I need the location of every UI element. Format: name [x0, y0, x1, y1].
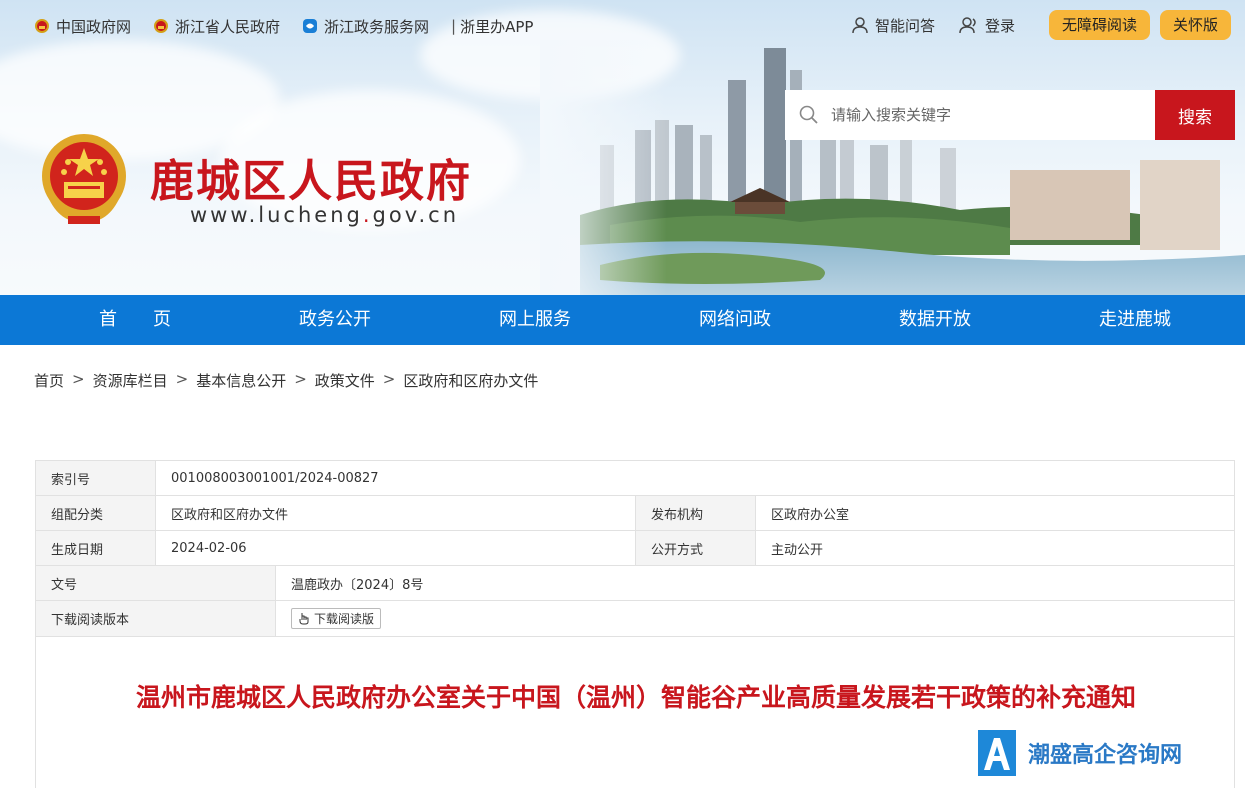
- download-label: 下载阅读版本: [36, 601, 276, 636]
- site-name: 鹿城区人民政府: [150, 156, 472, 207]
- smart-qa-label: 智能问答: [874, 16, 935, 35]
- top-link-gov-cn[interactable]: 中国政府网: [34, 16, 131, 37]
- site-url-dot: .: [362, 203, 373, 227]
- breadcrumb-separator: >: [72, 370, 85, 388]
- search-bar: 搜索: [785, 90, 1235, 140]
- breadcrumb-item[interactable]: 资源库栏目: [93, 370, 168, 391]
- breadcrumb-separator: >: [294, 370, 307, 388]
- search-icon: [799, 105, 818, 124]
- publisher-value: 区政府办公室: [771, 507, 850, 523]
- download-button-label: 下载阅读版: [314, 612, 375, 626]
- table-row: 生成日期 2024-02-06 公开方式 主动公开: [36, 531, 1234, 566]
- breadcrumb-item[interactable]: 首页: [34, 370, 64, 391]
- separator: |: [451, 17, 457, 35]
- mode-value: 主动公开: [771, 542, 824, 558]
- smart-qa-link[interactable]: 智能问答: [851, 15, 935, 36]
- index-label: 索引号: [36, 461, 156, 495]
- watermark-logo-icon: [978, 730, 1016, 776]
- user-icon: [959, 17, 976, 34]
- search-input[interactable]: [831, 106, 1131, 124]
- nav-item-about-lucheng[interactable]: 走进鹿城: [1035, 295, 1235, 345]
- breadcrumb-item[interactable]: 区政府和区府办文件: [403, 370, 538, 391]
- top-link-zhejiang-gov[interactable]: 浙江省人民政府: [153, 16, 280, 37]
- top-link-label: 浙江政务服务网: [324, 17, 430, 36]
- top-link-zhejiang-service[interactable]: 浙江政务服务网: [302, 16, 429, 37]
- national-emblem-icon: [42, 134, 126, 224]
- category-value: 区政府和区府办文件: [156, 496, 636, 530]
- main-nav: 首 页 政务公开 网上服务 网络问政 数据开放 走进鹿城: [0, 295, 1245, 345]
- publisher-label: 发布机构: [636, 496, 756, 530]
- breadcrumb: 首页 > 资源库栏目 > 基本信息公开 > 政策文件 > 区政府和区府办文件: [34, 370, 546, 391]
- docno-label: 文号: [36, 566, 276, 600]
- top-links: 中国政府网 浙江省人民政府 浙江政务服务网 | 浙里办APP: [34, 14, 533, 38]
- robot-icon: [852, 17, 868, 34]
- city-skyline-image: [540, 40, 1245, 295]
- elderly-mode-button[interactable]: 关怀版: [1159, 10, 1231, 40]
- top-link-label: 中国政府网: [56, 17, 132, 36]
- breadcrumb-item[interactable]: 基本信息公开: [196, 370, 286, 391]
- table-row: 下载阅读版本 下载阅读版: [36, 601, 1234, 636]
- header-banner: 中国政府网 浙江省人民政府 浙江政务服务网 | 浙里办APP 智能问答 登录 无…: [0, 0, 1245, 295]
- nav-item-online-service[interactable]: 网上服务: [435, 295, 635, 345]
- nav-item-open-data[interactable]: 数据开放: [835, 295, 1035, 345]
- breadcrumb-separator: >: [175, 370, 189, 388]
- top-link-label: 浙江省人民政府: [175, 17, 281, 36]
- emblem-icon: [154, 19, 169, 33]
- table-row: 组配分类 区政府和区府办文件 发布机构 区政府办公室: [36, 496, 1234, 531]
- table-row: 索引号 001008003001001/2024-00827: [36, 461, 1234, 496]
- site-url-suffix: gov.cn: [372, 203, 460, 227]
- table-row: 文号 温鹿政办〔2024〕8号: [36, 566, 1234, 601]
- nav-item-gov-affairs[interactable]: 政务公开: [235, 295, 435, 345]
- watermark-text: 潮盛高企咨询网: [1028, 742, 1183, 768]
- date-value: 2024-02-06: [156, 531, 636, 565]
- category-label: 组配分类: [36, 496, 156, 530]
- docno-value: 温鹿政办〔2024〕8号: [291, 577, 424, 593]
- nav-item-home[interactable]: 首 页: [35, 295, 235, 345]
- emblem-icon: [35, 19, 49, 33]
- article-title: 温州市鹿城区人民政府办公室关于中国（温州）智能谷产业高质量发展若干政策的补充通知: [135, 683, 1136, 712]
- search-box: [785, 90, 1155, 140]
- document-meta-table: 索引号 001008003001001/2024-00827 组配分类 区政府和…: [35, 460, 1235, 637]
- accessible-reading-button[interactable]: 无障碍阅读: [1048, 10, 1150, 40]
- index-value: 001008003001001/2024-00827: [171, 470, 379, 486]
- breadcrumb-separator: >: [382, 370, 396, 388]
- site-url[interactable]: www.lucheng.gov.cn: [190, 203, 459, 227]
- watermark: 潮盛高企咨询网: [978, 730, 1182, 776]
- download-button[interactable]: 下载阅读版: [291, 608, 382, 629]
- login-link[interactable]: 登录: [959, 15, 1015, 36]
- login-label: 登录: [984, 16, 1015, 35]
- mode-label: 公开方式: [636, 531, 756, 565]
- date-label: 生成日期: [36, 531, 156, 565]
- download-cell: 下载阅读版: [276, 601, 1234, 636]
- search-button[interactable]: 搜索: [1155, 90, 1235, 140]
- hand-pointer-icon: [299, 613, 309, 625]
- breadcrumb-item[interactable]: 政策文件: [315, 370, 375, 391]
- nav-item-online-inquiry[interactable]: 网络问政: [635, 295, 835, 345]
- top-right-links: 智能问答 登录 无障碍阅读 关怀版: [851, 10, 1231, 40]
- top-link-zheliban-app[interactable]: 浙里办APP: [460, 16, 533, 37]
- service-icon: [303, 19, 318, 33]
- site-url-prefix: www.lucheng: [190, 203, 363, 227]
